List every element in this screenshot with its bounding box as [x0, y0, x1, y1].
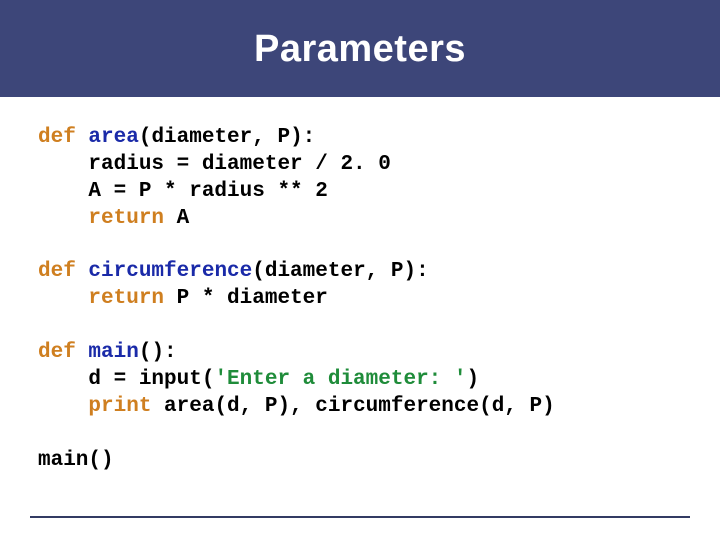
code-keyword: def [38, 341, 76, 364]
code-text: (): [139, 341, 177, 364]
slide: Parameters def area(diameter, P): radius… [0, 0, 720, 540]
code-keyword: return [88, 287, 164, 310]
code-text: radius = diameter / 2. 0 [38, 153, 391, 176]
code-block: def area(diameter, P): radius = diameter… [0, 97, 720, 474]
code-func-name: area [88, 126, 138, 149]
code-text: (diameter, P): [139, 126, 315, 149]
code-keyword: def [38, 260, 76, 283]
code-text [38, 207, 88, 230]
code-text: area(d, P), circumference(d, P) [151, 395, 554, 418]
code-text: P * diameter [164, 287, 328, 310]
code-string: 'Enter a diameter: ' [214, 368, 466, 391]
code-text: ) [466, 368, 479, 391]
code-keyword: return [88, 207, 164, 230]
code-text: d = input( [38, 368, 214, 391]
code-text: A [164, 207, 189, 230]
footer-divider [30, 516, 690, 518]
title-bar: Parameters [0, 0, 720, 97]
code-keyword: print [88, 395, 151, 418]
code-text: A = P * radius ** 2 [38, 180, 328, 203]
code-func-name: circumference [88, 260, 252, 283]
code-text [38, 395, 88, 418]
code-text: main() [38, 449, 114, 472]
code-keyword: def [38, 126, 76, 149]
code-func-name: main [88, 341, 138, 364]
code-text [38, 287, 88, 310]
code-text: (diameter, P): [252, 260, 428, 283]
slide-title: Parameters [0, 28, 720, 71]
